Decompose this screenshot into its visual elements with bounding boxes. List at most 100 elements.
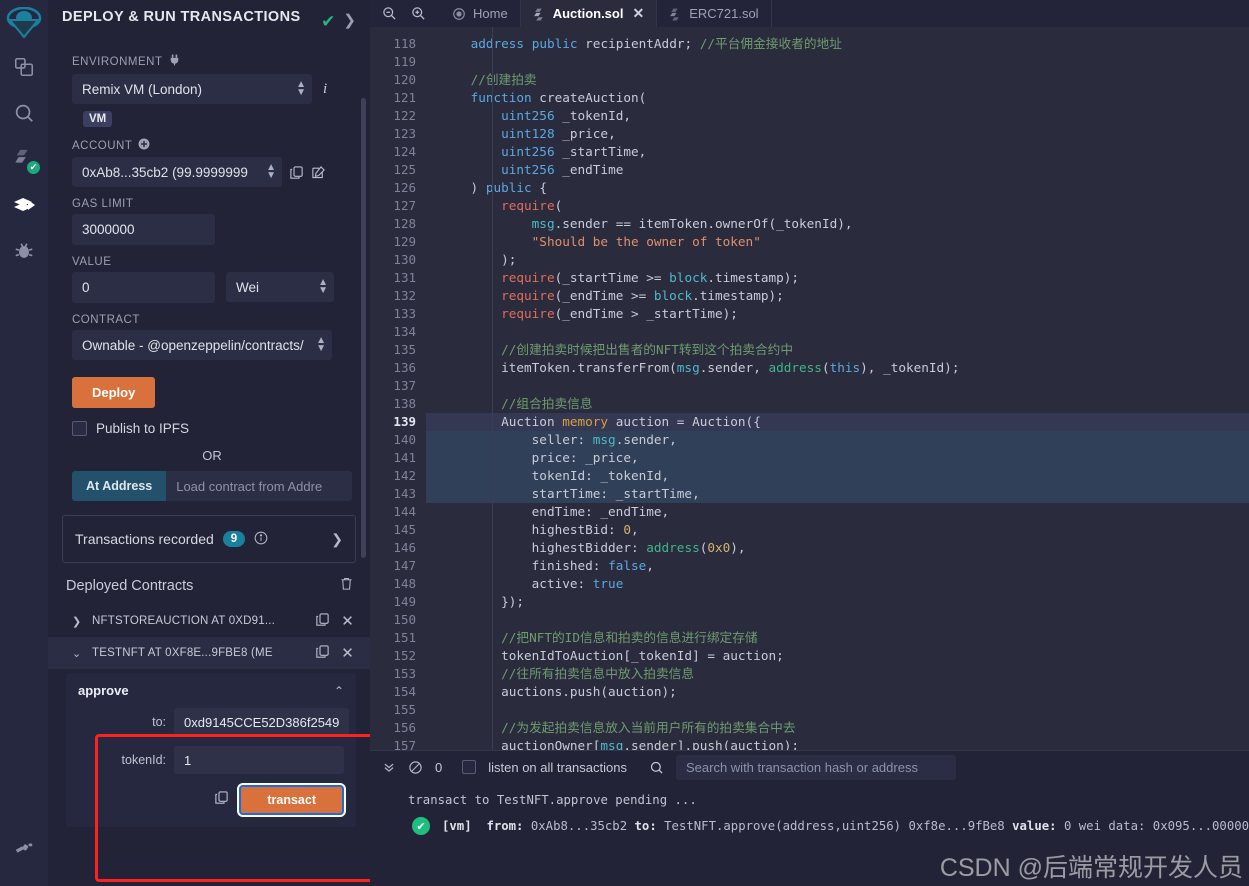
no-entry-icon[interactable]	[408, 760, 423, 775]
code-line[interactable]: msg.sender == itemToken.ownerOf(_tokenId…	[426, 215, 1249, 233]
code-line[interactable]: //往所有拍卖信息中放入拍卖信息	[426, 665, 1249, 683]
zoom-out-icon[interactable]	[382, 6, 397, 21]
code-line[interactable]: Auction memory auction = Auction({	[426, 413, 1249, 431]
code-line[interactable]: endTime: _endTime,	[426, 503, 1249, 521]
chevron-right-icon[interactable]: ❯	[343, 11, 356, 29]
chevron-right-icon[interactable]: ❯	[331, 531, 343, 548]
code-line[interactable]: //组合拍卖信息	[426, 395, 1249, 413]
code-line[interactable]: //创建拍卖时候把出售者的NFT转到这个拍卖合约中	[426, 341, 1249, 359]
code-line[interactable]: require(_endTime > _startTime);	[426, 305, 1249, 323]
info-icon[interactable]: i	[320, 81, 330, 98]
tab-home[interactable]: Home	[440, 0, 521, 27]
tab-auction-sol[interactable]: Auction.sol ✕	[520, 0, 658, 27]
at-address-input[interactable]: Load contract from Addre	[166, 471, 352, 501]
code-line[interactable]	[426, 53, 1249, 71]
code-line[interactable]: function createAuction(	[426, 89, 1249, 107]
copy-calldata-icon[interactable]	[214, 790, 229, 810]
line-number: 128	[393, 216, 416, 231]
deployed-contract-row[interactable]: ❯ NFTSTOREAUCTION AT 0XD91... ✕	[48, 605, 370, 637]
code-line[interactable]: finished: false,	[426, 557, 1249, 575]
approve-function-card: approve ⌃ to: 0xd9145CCE52D386f2549 toke…	[66, 673, 356, 827]
or-separator: OR	[202, 448, 222, 463]
copy-icon[interactable]	[315, 612, 330, 630]
code-editor[interactable]: 118 119 120 121 122 123 124 125 126 127 128 129 130 1…	[370, 27, 1249, 750]
code-line[interactable]: active: true	[426, 575, 1249, 593]
code-line[interactable]: );	[426, 251, 1249, 269]
deployed-contract-row[interactable]: ⌄ TESTNFT AT 0XF8E...9FBE8 (ME ✕	[48, 637, 370, 669]
transactions-recorded[interactable]: Transactions recorded 9 ❯	[62, 515, 356, 563]
environment-select[interactable]: Remix VM (London) ▲ ▼	[72, 74, 312, 104]
trash-icon[interactable]	[339, 576, 354, 596]
code-line[interactable]: auctions.push(auction);	[426, 683, 1249, 701]
account-select[interactable]: 0xAb8...35cb2 (99.9999999 ▲ ▼	[72, 157, 282, 187]
code-line[interactable]: highestBid: 0,	[426, 521, 1249, 539]
chevron-down-icon[interactable]: ⌄	[72, 647, 81, 660]
debugger-icon[interactable]	[4, 228, 44, 274]
code-line[interactable]: seller: msg.sender,	[426, 431, 1249, 449]
code-line[interactable]: //为发起拍卖信息放入当前用户所有的拍卖集合中去	[426, 719, 1249, 737]
code-line[interactable]: tokenId: _tokenId,	[426, 467, 1249, 485]
code-line[interactable]	[426, 611, 1249, 629]
file-explorer-icon[interactable]	[4, 44, 44, 90]
plugin-manager-icon[interactable]	[4, 826, 44, 872]
close-icon[interactable]: ✕	[341, 612, 354, 630]
code-line[interactable]	[426, 701, 1249, 719]
code-line[interactable]: auctionOwner[msg.sender].push(auction);	[426, 737, 1249, 750]
transact-button[interactable]: transact	[237, 783, 346, 817]
panel-scrollbar[interactable]	[361, 98, 366, 558]
code-line[interactable]: require(_startTime >= block.timestamp);	[426, 269, 1249, 287]
code-line[interactable]: uint256 _endTime	[426, 161, 1249, 179]
code-line[interactable]: uint128 _price,	[426, 125, 1249, 143]
search-icon[interactable]	[649, 760, 664, 775]
plus-circle-icon[interactable]	[138, 138, 150, 153]
terminal-search-input[interactable]: Search with transaction hash or address	[675, 754, 956, 780]
param-input-tokenid[interactable]: 1	[174, 746, 344, 774]
chevrons-down-icon[interactable]	[382, 760, 396, 774]
code-token: msg	[531, 216, 555, 231]
gas-limit-input[interactable]: 3000000	[72, 214, 215, 245]
chevron-up-icon[interactable]: ⌃	[334, 684, 344, 698]
code-line[interactable]	[426, 323, 1249, 341]
copy-icon[interactable]	[289, 165, 304, 180]
search-icon[interactable]	[4, 90, 44, 136]
code-line[interactable]: tokenIdToAuction[_tokenId] = auction;	[426, 647, 1249, 665]
code-line[interactable]: startTime: _startTime,	[426, 485, 1249, 503]
code-line[interactable]: uint256 _startTime,	[426, 143, 1249, 161]
edit-icon[interactable]	[311, 165, 326, 180]
code-line[interactable]: address public recipientAddr; //平台佣金接收者的…	[426, 35, 1249, 53]
code-line[interactable]: });	[426, 593, 1249, 611]
code-line[interactable]: itemToken.transferFrom(msg.sender, addre…	[426, 359, 1249, 377]
at-address-button[interactable]: At Address	[72, 471, 167, 501]
param-input-to[interactable]: 0xd9145CCE52D386f2549	[174, 708, 350, 736]
copy-icon[interactable]	[315, 644, 330, 662]
log-transaction-row[interactable]: ✔ [vm] from: 0xAb8...35cb2 to: TestNFT.a…	[370, 811, 1249, 835]
code-line[interactable]: price: _price,	[426, 449, 1249, 467]
close-icon[interactable]: ✕	[632, 5, 644, 22]
code-line[interactable]: //创建拍卖	[426, 71, 1249, 89]
info-icon[interactable]	[254, 531, 268, 548]
code-line[interactable]: uint256 _tokenId,	[426, 107, 1249, 125]
contract-select[interactable]: Ownable - @openzeppelin/contracts/ ▲ ▼	[72, 330, 332, 360]
zoom-in-icon[interactable]	[411, 6, 426, 21]
deploy-run-icon[interactable]	[4, 182, 44, 228]
close-icon[interactable]: ✕	[341, 644, 354, 662]
approve-function-header[interactable]: approve ⌃	[78, 683, 344, 698]
code-line[interactable]	[426, 377, 1249, 395]
listen-all-checkbox[interactable]	[462, 760, 477, 774]
code-line[interactable]: "Should be the owner of token"	[426, 233, 1249, 251]
value-unit-select[interactable]: Wei ▲ ▼	[226, 272, 334, 302]
code-line[interactable]: require(_endTime >= block.timestamp);	[426, 287, 1249, 305]
publish-ipfs-row[interactable]: Publish to IPFS	[72, 421, 352, 436]
solidity-compiler-icon[interactable]: ✔	[4, 136, 44, 182]
publish-ipfs-checkbox[interactable]	[72, 421, 87, 436]
code-line[interactable]: //把NFT的ID信息和拍卖的信息进行绑定存储	[426, 629, 1249, 647]
tab-erc721-sol[interactable]: ERC721.sol	[657, 0, 772, 27]
value-input[interactable]: 0	[72, 272, 215, 303]
code-lines[interactable]: address public recipientAddr; //平台佣金接收者的…	[426, 27, 1249, 750]
code-line[interactable]: highestBidder: address(0x0),	[426, 539, 1249, 557]
chevron-right-icon[interactable]: ❯	[72, 615, 81, 628]
code-line[interactable]: require(	[426, 197, 1249, 215]
code-line[interactable]: ) public {	[426, 179, 1249, 197]
deploy-button[interactable]: Deploy	[72, 377, 156, 408]
terminal-log[interactable]: transact to TestNFT.approve pending ... …	[370, 783, 1249, 886]
